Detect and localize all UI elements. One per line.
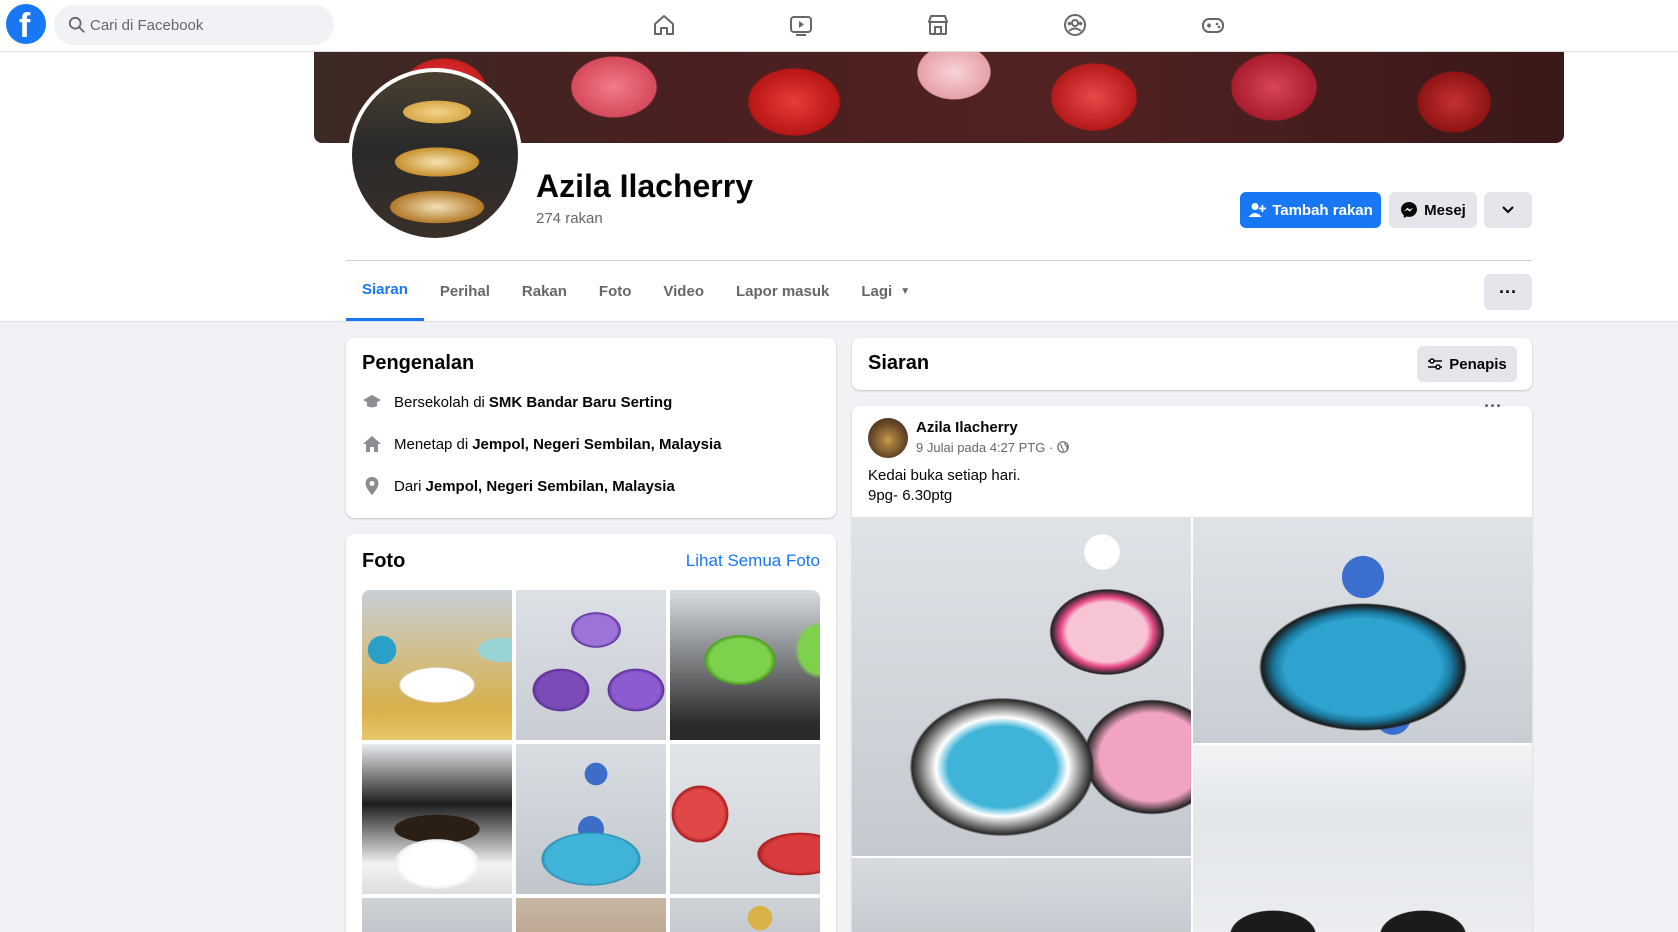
intro-school: Bersekolah di SMK Bandar Baru Serting [362, 392, 672, 412]
post-card: Azila Ilacherry 9 Julai pada 4:27 PTG · … [852, 406, 1532, 932]
location-pin-icon [365, 477, 379, 495]
post-author-name[interactable]: Azila Ilacherry [916, 419, 1018, 436]
post-timestamp[interactable]: 9 Julai pada 4:27 PTG · [916, 440, 1069, 455]
profile-picture[interactable] [348, 68, 522, 242]
intro-prefix: Bersekolah di [394, 393, 485, 411]
intro-lives-in: Menetap di Jempol, Negeri Sembilan, Malay… [362, 434, 721, 454]
top-navigation-bar: f [0, 0, 1678, 52]
photo-thumbnail[interactable] [362, 744, 512, 894]
messenger-icon [1401, 202, 1418, 218]
tab-video[interactable]: Video [647, 261, 720, 321]
post-options-button[interactable]: ··· [1484, 396, 1502, 417]
photo-thumbnail[interactable] [516, 744, 666, 894]
filter-button[interactable]: Penapis [1417, 346, 1517, 382]
intro-title: Pengenalan [362, 352, 475, 374]
chevron-down-icon [1502, 206, 1514, 214]
school-link[interactable]: SMK Bandar Baru Serting [489, 394, 672, 411]
photo-thumbnail[interactable] [362, 590, 512, 740]
tab-rakan[interactable]: Rakan [506, 261, 583, 321]
intro-card: Pengenalan Bersekolah di SMK Bandar Baru … [346, 338, 836, 518]
groups-icon[interactable] [1061, 11, 1089, 39]
photos-card: Foto Lihat Semua Foto [346, 534, 836, 932]
post-author-avatar[interactable] [868, 418, 908, 458]
tab-siaran[interactable]: Siaran [346, 261, 424, 321]
posts-header-card: Siaran Penapis [852, 338, 1532, 390]
photo-thumbnail[interactable] [670, 744, 820, 894]
intro-prefix: Menetap di [394, 435, 469, 453]
profile-name: Azila Ilacherry [536, 168, 753, 204]
search-box[interactable] [54, 5, 334, 45]
photo-thumbnail[interactable] [516, 590, 666, 740]
globe-icon [1057, 441, 1069, 453]
profile-header: Azila Ilacherry 274 rakan Tambah rakan M… [0, 52, 1678, 322]
post-text: Kedai buka setiap hari. 9pg- 6.30ptg [868, 466, 1021, 506]
message-label: Mesej [1424, 201, 1466, 219]
lives-in-link[interactable]: Jempol, Negeri Sembilan, Malaysia [472, 436, 721, 453]
photo-thumbnail[interactable] [670, 590, 820, 740]
search-input[interactable] [90, 5, 326, 45]
from-link[interactable]: Jempol, Negeri Sembilan, Malaysia [426, 478, 675, 495]
filter-sliders-icon [1428, 358, 1443, 370]
caret-down-icon: ▼ [900, 285, 911, 297]
filter-label: Penapis [1449, 355, 1507, 373]
tab-label: Foto [598, 282, 632, 300]
post-text-line: Kedai buka setiap hari. [868, 467, 1021, 484]
tab-label: Rakan [521, 282, 567, 300]
see-all-photos-link[interactable]: Lihat Semua Foto [686, 551, 820, 571]
tab-label: Lagi [861, 282, 893, 300]
video-icon[interactable] [787, 11, 815, 39]
tab-perihal[interactable]: Perihal [424, 261, 506, 321]
facebook-logo[interactable]: f [6, 4, 46, 44]
tab-lagi[interactable]: Lagi ▼ [845, 261, 926, 321]
marketplace-icon[interactable] [924, 11, 952, 39]
search-icon [68, 16, 85, 33]
post-image[interactable] [852, 517, 1191, 856]
photo-thumbnail[interactable] [670, 898, 820, 932]
post-time-text: 9 Julai pada 4:27 PTG · [916, 440, 1057, 455]
tab-label: Lapor masuk [735, 282, 830, 300]
tab-label: Video [663, 282, 704, 300]
add-friend-button[interactable]: Tambah rakan [1240, 192, 1381, 228]
photo-thumbnail[interactable] [362, 898, 512, 932]
message-button[interactable]: Mesej [1389, 192, 1477, 228]
photo-thumbnail[interactable] [516, 898, 666, 932]
gaming-icon[interactable] [1199, 11, 1227, 39]
graduation-cap-icon [363, 395, 381, 408]
tab-label: Perihal [439, 282, 490, 300]
posts-title: Siaran [868, 352, 930, 374]
add-friend-label: Tambah rakan [1272, 201, 1373, 219]
profile-tabs: Siaran Perihal Rakan Foto Video Lapor ma… [346, 261, 926, 321]
post-image[interactable] [1193, 517, 1532, 743]
tab-lapor-masuk[interactable]: Lapor masuk [720, 261, 845, 321]
tab-foto[interactable]: Foto [583, 261, 647, 321]
intro-from: Dari Jempol, Negeri Sembilan, Malaysia [362, 476, 675, 496]
intro-prefix: Dari [394, 477, 422, 495]
home-icon [363, 436, 381, 452]
home-icon[interactable] [650, 11, 678, 39]
tab-label: Siaran [362, 281, 408, 298]
tabs-more-button[interactable]: ··· [1484, 274, 1532, 310]
photos-title: Foto [362, 550, 406, 572]
post-text-line: 9pg- 6.30ptg [868, 487, 953, 504]
profile-more-dropdown[interactable] [1484, 192, 1532, 228]
add-friend-icon [1248, 203, 1267, 217]
post-image[interactable] [1193, 745, 1532, 932]
post-image[interactable] [852, 858, 1191, 932]
friends-count[interactable]: 274 rakan [536, 210, 603, 227]
